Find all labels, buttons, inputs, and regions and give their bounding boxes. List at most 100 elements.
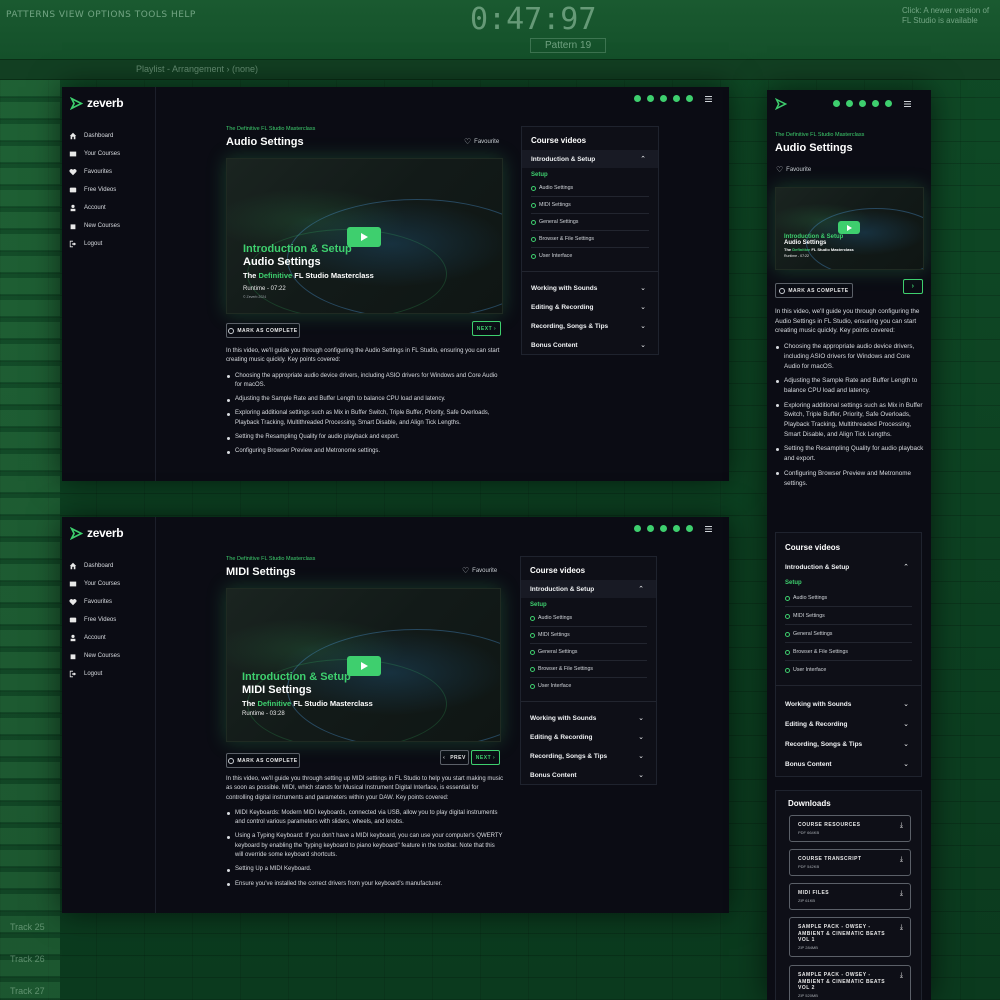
sidebar-item-favourites[interactable]: Favourites xyxy=(69,593,120,611)
lesson-audio-settings[interactable]: Audio Settings xyxy=(530,615,572,621)
daw-hint: Click: A newer version of FL Studio is a… xyxy=(902,6,990,25)
download-item[interactable]: COURSE RESOURCES PDF 664KB ⤓ xyxy=(789,815,911,842)
sidebar-item-free-videos[interactable]: Free Videos xyxy=(69,611,120,629)
lesson-midi-settings[interactable]: MIDI Settings xyxy=(530,632,570,638)
sidebar-item-new-courses[interactable]: New Courses xyxy=(69,217,120,235)
course-breadcrumb[interactable]: The Definitive FL Studio Masterclass xyxy=(775,132,864,138)
lesson-midi-settings[interactable]: MIDI Settings xyxy=(531,202,571,208)
instagram-icon[interactable] xyxy=(647,525,654,532)
discord-icon[interactable] xyxy=(686,525,693,532)
section-editing-recording[interactable]: Editing & Recording ⌄ xyxy=(521,728,656,746)
instagram-icon[interactable] xyxy=(846,100,853,107)
mark-complete-button[interactable]: MARK AS COMPLETE xyxy=(226,323,300,338)
tiktok-icon[interactable] xyxy=(872,100,879,107)
section-working-with-sounds[interactable]: Working with Sounds ⌄ xyxy=(522,279,658,297)
logo-wordmark: zeverb xyxy=(87,96,124,110)
mark-complete-button[interactable]: MARK AS COMPLETE xyxy=(226,753,300,768)
video-player[interactable]: Introduction & Setup MIDI Settings The D… xyxy=(226,588,501,742)
section-introduction-setup[interactable]: Introduction & Setup ⌃ xyxy=(776,558,921,576)
lesson-user-interface[interactable]: User Interface xyxy=(530,683,571,689)
chevron-down-icon: ⌄ xyxy=(638,753,644,760)
video-player[interactable]: Introduction & Setup Audio Settings The … xyxy=(226,158,503,314)
favourite-button[interactable]: ♡ Favourite xyxy=(464,137,499,146)
course-breadcrumb[interactable]: The Definitive FL Studio Masterclass xyxy=(226,556,315,562)
lesson-audio-settings[interactable]: Audio Settings xyxy=(785,595,827,601)
section-bonus-content[interactable]: Bonus Content ⌄ xyxy=(521,766,656,784)
lesson-audio-settings[interactable]: Audio Settings xyxy=(531,185,573,191)
download-item[interactable]: SAMPLE PACK - OWSEY - AMBIENT & CINEMATI… xyxy=(789,965,911,1000)
desktop-midi-settings-window: zeverb Dashboard Your Courses Favourites… xyxy=(62,517,729,913)
section-working-with-sounds[interactable]: Working with Sounds ⌄ xyxy=(776,695,921,713)
facebook-icon[interactable] xyxy=(833,100,840,107)
sidebar-item-dashboard[interactable]: Dashboard xyxy=(69,127,120,145)
play-icon xyxy=(846,224,852,231)
discord-icon[interactable] xyxy=(885,100,892,107)
logo-icon xyxy=(70,96,83,110)
lesson-general-settings[interactable]: General Settings xyxy=(530,649,577,655)
youtube-icon[interactable] xyxy=(660,95,667,102)
sidebar-item-free-videos[interactable]: Free Videos xyxy=(69,181,120,199)
discord-icon[interactable] xyxy=(686,95,693,102)
instagram-icon[interactable] xyxy=(647,95,654,102)
download-item[interactable]: SAMPLE PACK - OWSEY - AMBIENT & CINEMATI… xyxy=(789,917,911,957)
daw-playlist-title: Playlist - Arrangement › (none) xyxy=(136,64,259,74)
lesson-midi-settings[interactable]: MIDI Settings xyxy=(785,613,825,619)
section-working-with-sounds[interactable]: Working with Sounds ⌄ xyxy=(521,709,656,727)
tiktok-icon[interactable] xyxy=(673,95,680,102)
prev-button[interactable]: ‹ PREV xyxy=(440,750,469,765)
facebook-icon[interactable] xyxy=(634,95,641,102)
lesson-browser-file-settings[interactable]: Browser & File Settings xyxy=(785,649,848,655)
lesson-browser-file-settings[interactable]: Browser & File Settings xyxy=(531,236,594,242)
menu-icon[interactable] xyxy=(705,95,712,102)
video-player[interactable]: Introduction & Setup Audio Settings The … xyxy=(775,187,924,270)
download-icon: ⤓ xyxy=(899,890,903,897)
download-item[interactable]: MIDI FILES ZIP 61KB ⤓ xyxy=(789,883,911,910)
sidebar-item-account[interactable]: Account xyxy=(69,199,120,217)
lesson-user-interface[interactable]: User Interface xyxy=(531,253,572,259)
zeverb-logo[interactable]: zeverb xyxy=(70,96,124,110)
lesson-general-settings[interactable]: General Settings xyxy=(785,631,832,637)
section-recording-songs-tips[interactable]: Recording, Songs & Tips ⌄ xyxy=(776,735,921,753)
section-editing-recording[interactable]: Editing & Recording ⌄ xyxy=(522,298,658,316)
sidebar-item-favourites[interactable]: Favourites xyxy=(69,163,120,181)
youtube-icon[interactable] xyxy=(660,525,667,532)
sidebar-item-your-courses[interactable]: Your Courses xyxy=(69,575,120,593)
menu-icon[interactable] xyxy=(705,525,712,532)
facebook-icon[interactable] xyxy=(634,525,641,532)
favourite-button[interactable]: ♡ Favourite xyxy=(776,165,811,174)
course-videos-panel: Course videos Introduction & Setup ⌃ Setu… xyxy=(775,532,922,777)
youtube-icon[interactable] xyxy=(859,100,866,107)
download-item[interactable]: COURSE TRANSCRIPT PDF 542KB ⤓ xyxy=(789,849,911,876)
section-introduction-setup[interactable]: Introduction & Setup ⌃ xyxy=(521,580,656,598)
section-editing-recording[interactable]: Editing & Recording ⌄ xyxy=(776,715,921,733)
check-circle-icon xyxy=(530,649,535,655)
lesson-user-interface[interactable]: User Interface xyxy=(785,667,826,673)
next-button[interactable]: NEXT › xyxy=(471,750,500,765)
section-introduction-setup[interactable]: Introduction & Setup ⌃ xyxy=(522,150,658,168)
social-links xyxy=(634,525,712,532)
zeverb-logo[interactable]: zeverb xyxy=(70,526,124,540)
sidebar-item-logout[interactable]: Logout xyxy=(69,665,120,683)
section-bonus-content[interactable]: Bonus Content ⌄ xyxy=(522,336,658,354)
section-recording-songs-tips[interactable]: Recording, Songs & Tips ⌄ xyxy=(522,317,658,335)
sidebar-item-dashboard[interactable]: Dashboard xyxy=(69,557,120,575)
sidebar-item-logout[interactable]: Logout xyxy=(69,235,120,253)
menu-icon[interactable] xyxy=(904,100,911,107)
next-button[interactable]: NEXT › xyxy=(472,321,501,336)
play-button[interactable] xyxy=(838,221,860,234)
mark-complete-button[interactable]: MARK AS COMPLETE xyxy=(775,283,853,298)
logo-icon[interactable] xyxy=(775,98,787,110)
tiktok-icon[interactable] xyxy=(673,525,680,532)
section-recording-songs-tips[interactable]: Recording, Songs & Tips ⌄ xyxy=(521,747,656,765)
sidebar-item-new-courses[interactable]: New Courses xyxy=(69,647,120,665)
section-bonus-content[interactable]: Bonus Content ⌄ xyxy=(776,755,921,773)
lesson-general-settings[interactable]: General Settings xyxy=(531,219,578,225)
next-button[interactable]: › xyxy=(903,279,923,294)
download-icon: ⤓ xyxy=(899,856,903,863)
sidebar-item-your-courses[interactable]: Your Courses xyxy=(69,145,120,163)
course-breadcrumb[interactable]: The Definitive FL Studio Masterclass xyxy=(226,126,315,132)
logo-icon xyxy=(70,526,83,540)
sidebar-item-account[interactable]: Account xyxy=(69,629,120,647)
favourite-button[interactable]: ♡ Favourite xyxy=(462,566,497,575)
lesson-browser-file-settings[interactable]: Browser & File Settings xyxy=(530,666,593,672)
